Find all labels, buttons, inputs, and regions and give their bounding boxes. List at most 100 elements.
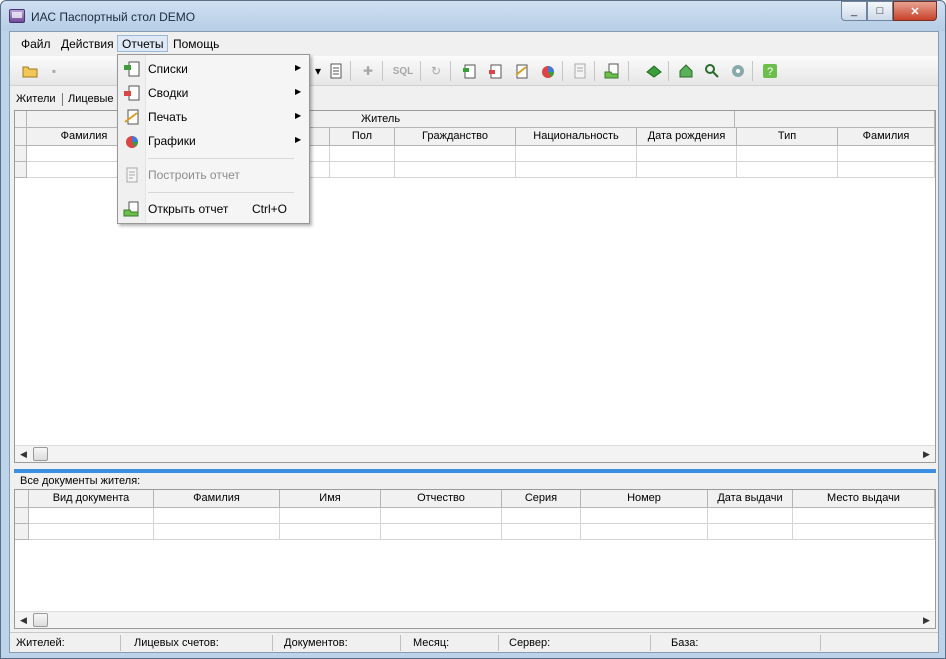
window-title: ИАС Паспортный стол DEMO: [31, 10, 196, 24]
table-cell[interactable]: [381, 524, 502, 540]
reports-dropdown-menu: Списки ▶ Сводки ▶ Печать ▶ Графики ▶ Пос…: [117, 54, 310, 224]
table-cell[interactable]: [395, 162, 516, 178]
build-report-icon[interactable]: [570, 61, 590, 81]
dropdown-arrow-icon[interactable]: ▾: [308, 61, 328, 81]
column-header[interactable]: Гражданство: [395, 128, 516, 146]
table-cell[interactable]: [581, 524, 708, 540]
summary-report-icon[interactable]: [486, 61, 506, 81]
table-cell[interactable]: [29, 508, 154, 524]
document-icon[interactable]: [326, 61, 346, 81]
home-icon[interactable]: [676, 61, 696, 81]
documents-hscrollbar[interactable]: ◀ ▶: [15, 611, 935, 628]
menu-reports[interactable]: Отчеты: [117, 35, 169, 52]
status-documents: Документов:: [284, 637, 348, 649]
table-cell[interactable]: [737, 162, 838, 178]
close-button[interactable]: ✕: [893, 1, 937, 21]
table-cell[interactable]: [395, 146, 516, 162]
table-cell[interactable]: [280, 508, 381, 524]
menu-item-summaries[interactable]: Сводки ▶: [120, 82, 307, 104]
tab-residents[interactable]: Жители: [16, 93, 56, 105]
table-cell[interactable]: [793, 524, 935, 540]
table-cell[interactable]: [637, 162, 737, 178]
column-header[interactable]: Дата выдачи: [708, 490, 793, 508]
column-header[interactable]: Тип: [737, 128, 838, 146]
minimize-button[interactable]: _: [841, 1, 867, 21]
status-server: Сервер:: [509, 637, 551, 649]
lists-icon: [123, 61, 141, 77]
maximize-button[interactable]: □: [867, 1, 893, 21]
table-cell[interactable]: [29, 524, 154, 540]
submenu-arrow-icon: ▶: [295, 111, 302, 120]
table-cell[interactable]: [708, 524, 793, 540]
table-cell[interactable]: [154, 508, 280, 524]
table-cell[interactable]: [502, 508, 581, 524]
column-header[interactable]: Пол: [330, 128, 395, 146]
table-cell[interactable]: [737, 146, 838, 162]
menu-item-print[interactable]: Печать ▶: [120, 106, 307, 128]
menu-item-lists[interactable]: Списки ▶: [120, 58, 307, 80]
column-header[interactable]: Место выдачи: [793, 490, 935, 508]
refresh-icon[interactable]: ↻: [426, 61, 446, 81]
book-icon[interactable]: [644, 61, 664, 81]
column-header[interactable]: Дата рождения: [637, 128, 737, 146]
column-header[interactable]: Серия: [502, 490, 581, 508]
table-cell[interactable]: [637, 146, 737, 162]
column-header[interactable]: Вид документа: [29, 490, 154, 508]
panel-splitter[interactable]: [14, 469, 936, 473]
print-report-icon[interactable]: [512, 61, 532, 81]
column-header[interactable]: Фамилия: [154, 490, 280, 508]
app-icon: [9, 9, 25, 23]
save-icon[interactable]: ▪: [44, 61, 64, 81]
table-cell[interactable]: [838, 162, 935, 178]
table-cell[interactable]: [838, 146, 935, 162]
scroll-right-icon[interactable]: ▶: [918, 612, 935, 628]
table-cell[interactable]: [502, 524, 581, 540]
table-cell[interactable]: [516, 146, 637, 162]
title-bar[interactable]: ИАС Паспортный стол DEMO _ □ ✕: [1, 1, 945, 31]
table-cell[interactable]: [581, 508, 708, 524]
build-report-icon: [123, 167, 141, 183]
table-cell[interactable]: [381, 508, 502, 524]
column-header[interactable]: Фамилия: [838, 128, 935, 146]
column-header[interactable]: Отчество: [381, 490, 502, 508]
table-cell[interactable]: [154, 524, 280, 540]
submenu-arrow-icon: ▶: [295, 87, 302, 96]
add-record-icon[interactable]: ✚: [358, 61, 378, 81]
scroll-right-icon[interactable]: ▶: [918, 446, 935, 462]
column-header[interactable]: Номер: [581, 490, 708, 508]
menu-actions[interactable]: Действия: [56, 35, 119, 52]
sql-icon[interactable]: SQL: [390, 61, 416, 81]
table-cell[interactable]: [330, 162, 395, 178]
scroll-left-icon[interactable]: ◀: [15, 612, 32, 628]
search-icon[interactable]: [702, 61, 722, 81]
menu-bar: Файл Действия Отчеты Помощь: [10, 32, 938, 54]
table-cell[interactable]: [516, 162, 637, 178]
status-accounts: Лицевых счетов:: [134, 637, 219, 649]
open-folder-icon[interactable]: [20, 61, 40, 81]
status-month: Месяц:: [413, 637, 450, 649]
scroll-thumb[interactable]: [33, 447, 48, 461]
menu-item-charts[interactable]: Графики ▶: [120, 130, 307, 152]
menu-file[interactable]: Файл: [16, 35, 56, 52]
scroll-left-icon[interactable]: ◀: [15, 446, 32, 462]
scroll-thumb[interactable]: [33, 613, 48, 627]
menu-item-build-report[interactable]: Построить отчет: [120, 164, 307, 186]
open-report-icon[interactable]: [602, 61, 622, 81]
menu-item-open-report[interactable]: Открыть отчет Ctrl+O: [120, 198, 307, 220]
table-cell[interactable]: [793, 508, 935, 524]
table-cell[interactable]: [708, 508, 793, 524]
residents-hscrollbar[interactable]: ◀ ▶: [15, 445, 935, 462]
print-icon: [123, 109, 141, 125]
chart-report-icon[interactable]: [538, 61, 558, 81]
column-header[interactable]: Национальность: [516, 128, 637, 146]
column-header[interactable]: Имя: [280, 490, 381, 508]
lists-report-icon[interactable]: [460, 61, 480, 81]
menu-help[interactable]: Помощь: [168, 35, 224, 52]
submenu-arrow-icon: ▶: [295, 135, 302, 144]
table-cell[interactable]: [280, 524, 381, 540]
tab-accounts[interactable]: Лицевые: [68, 93, 114, 105]
settings-icon[interactable]: [728, 61, 748, 81]
help-icon[interactable]: ?: [760, 61, 780, 81]
app-window: ИАС Паспортный стол DEMO _ □ ✕ Файл Дейс…: [0, 0, 946, 659]
table-cell[interactable]: [330, 146, 395, 162]
